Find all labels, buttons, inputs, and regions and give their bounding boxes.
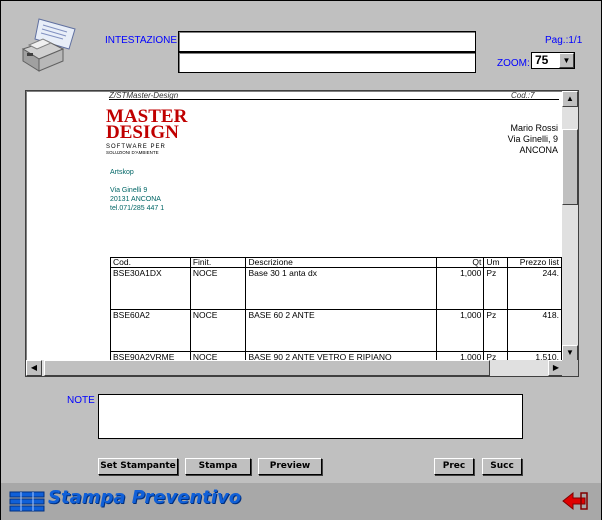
cell-finish: NOCE bbox=[189, 267, 247, 310]
zoom-label: ZOOM: bbox=[497, 58, 530, 69]
sender-name: Artskop bbox=[110, 169, 134, 176]
column-header: Qt bbox=[435, 257, 485, 268]
scrollbar-corner bbox=[562, 360, 578, 376]
cell-qty: 1,000 bbox=[435, 267, 485, 310]
dropdown-arrow-icon[interactable]: ▼ bbox=[559, 53, 574, 68]
column-header: Descrizione bbox=[245, 257, 437, 268]
recipient-name: Mario Rossi bbox=[510, 123, 558, 133]
cell-finish: NOCE bbox=[189, 309, 247, 352]
printer-icon bbox=[17, 15, 79, 77]
cell-unit: Pz bbox=[483, 267, 509, 310]
column-header: Prezzo list bbox=[507, 257, 562, 268]
set-printer-button[interactable]: Set Stampante bbox=[98, 458, 178, 475]
column-header: Um bbox=[483, 257, 509, 268]
scroll-left-icon[interactable]: ◀ bbox=[26, 360, 42, 376]
app-logo-icon bbox=[9, 489, 45, 518]
preview-page: Z/STMaster-Design Cod.:7 MASTER DESIGN S… bbox=[44, 91, 562, 361]
intestazione-field-1[interactable] bbox=[178, 31, 476, 52]
recipient-street: Via Ginelli, 9 bbox=[507, 134, 558, 144]
table-row: BSE30A1DX NOCE Base 30 1 anta dx 1,000 P… bbox=[110, 267, 562, 310]
table-row: BSE60A2 NOCE BASE 60 2 ANTE 1,000 Pz 418… bbox=[110, 309, 562, 352]
intestazione-field-2[interactable] bbox=[178, 52, 476, 73]
sender-city: 20131 ANCONA bbox=[110, 196, 161, 203]
note-label: NOTE bbox=[67, 395, 95, 406]
cell-unit: Pz bbox=[483, 309, 509, 352]
zoom-select[interactable]: 75 ▼ bbox=[531, 52, 575, 69]
horizontal-scroll-thumb[interactable] bbox=[44, 360, 490, 376]
company-logo: MASTER DESIGN SOFTWARE PER SOLUZIONI D'A… bbox=[106, 107, 187, 159]
window-title: Stampa Preventivo bbox=[48, 487, 242, 508]
logo-line-2: DESIGN bbox=[106, 122, 179, 143]
zoom-value: 75 bbox=[535, 53, 549, 67]
cell-code: BSE30A1DX bbox=[110, 267, 191, 310]
print-button[interactable]: Stampa bbox=[185, 458, 251, 475]
preview-button[interactable]: Preview bbox=[258, 458, 322, 475]
column-header: Finit. bbox=[189, 257, 247, 268]
vertical-scrollbar[interactable]: ▲ ▼ bbox=[562, 91, 578, 361]
cell-code: BSE60A2 bbox=[110, 309, 191, 352]
print-preview: Z/STMaster-Design Cod.:7 MASTER DESIGN S… bbox=[25, 90, 579, 377]
recipient-city: ANCONA bbox=[519, 145, 558, 155]
note-field[interactable] bbox=[98, 394, 523, 439]
cell-qty: 1,000 bbox=[435, 309, 485, 352]
horizontal-scrollbar[interactable]: ◀ ▶ bbox=[26, 360, 564, 376]
cell-price: 418. bbox=[507, 309, 562, 352]
cell-description: Base 30 1 anta dx bbox=[245, 267, 437, 310]
logo-line-4: SOLUZIONI D'AMBIENTE bbox=[106, 150, 159, 155]
next-page-button[interactable]: Succ bbox=[482, 458, 522, 475]
scroll-down-icon[interactable]: ▼ bbox=[562, 345, 578, 361]
sender-street: Via Ginelli 9 bbox=[110, 187, 148, 194]
cell-description: BASE 60 2 ANTE bbox=[245, 309, 437, 352]
previous-page-button[interactable]: Prec bbox=[434, 458, 474, 475]
page-indicator: Pag.:1/1 bbox=[545, 35, 583, 46]
column-header: Cod. bbox=[110, 257, 191, 268]
intestazione-label: INTESTAZIONE : bbox=[105, 35, 183, 46]
cell-price: 244. bbox=[507, 267, 562, 310]
vertical-scroll-thumb[interactable] bbox=[562, 129, 578, 205]
items-table: Cod. Finit. Descrizione Qt Um Prezzo lis… bbox=[110, 257, 562, 361]
print-quote-window: INTESTAZIONE : Pag.:1/1 ZOOM: 75 ▼ Z/STM… bbox=[0, 0, 602, 520]
recipient-block: Mario Rossi Via Ginelli, 9 ANCONA bbox=[508, 123, 558, 156]
sender-phone: tel.071/285 447 1 bbox=[110, 205, 165, 212]
header-rule bbox=[109, 99, 559, 100]
footer-bar: Stampa Preventivo bbox=[1, 483, 601, 520]
exit-icon[interactable] bbox=[561, 490, 589, 517]
scroll-up-icon[interactable]: ▲ bbox=[562, 91, 578, 107]
table-header-row: Cod. Finit. Descrizione Qt Um Prezzo lis… bbox=[110, 257, 562, 268]
